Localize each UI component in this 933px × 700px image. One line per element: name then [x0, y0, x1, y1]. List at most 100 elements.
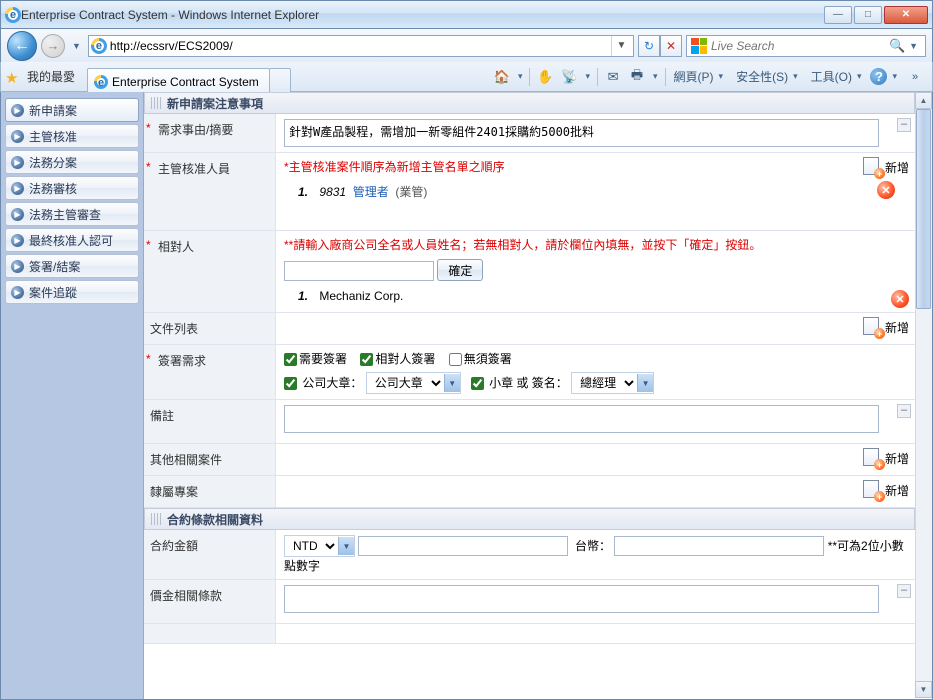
sidebar-item-legal-mgr-review[interactable]: ▶法務主管審查 — [5, 202, 139, 226]
approver-note: *主管核准案件順序為新增主管名單之順序 — [284, 158, 907, 175]
collapse-summary[interactable]: – — [897, 118, 911, 132]
label-approver: 主管核准人員 — [144, 153, 276, 230]
label-files: 文件列表 — [144, 313, 276, 344]
ie-icon — [5, 7, 21, 23]
chk-no-sign[interactable] — [449, 353, 462, 366]
search-button[interactable]: 🔍 — [888, 38, 906, 54]
forward-button[interactable]: → — [41, 34, 65, 58]
counterparty-input[interactable] — [284, 261, 434, 281]
sidebar: ▶新申請案 ▶主管核准 ▶法務分案 ▶法務審核 ▶法務主管審查 ▶最終核准人認可… — [1, 92, 144, 699]
section-header-notes: 新申請案注意事項 — [144, 92, 915, 114]
help-icon[interactable]: ? — [870, 68, 887, 85]
label-cutoff — [144, 624, 276, 643]
sidebar-item-sign-close[interactable]: ▶簽署/結案 — [5, 254, 139, 278]
sidebar-item-new-application[interactable]: ▶新申請案 — [5, 98, 139, 122]
back-button[interactable]: ← — [7, 31, 37, 61]
label-price-terms: 價金相關條款 — [144, 580, 276, 623]
summary-input[interactable]: 針對W產品製程，需增加一新零組件2401採購約5000批料 — [284, 119, 879, 147]
command-bar: ★ 我的最愛 Enterprise Contract System 🏠▾ ✋ 📡… — [0, 62, 933, 92]
sidebar-item-legal-review[interactable]: ▶法務審核 — [5, 176, 139, 200]
doc-add-icon: + — [863, 317, 883, 337]
scrollbar[interactable]: ▲ ▼ — [915, 92, 932, 698]
doc-add-icon: + — [863, 157, 883, 177]
tab-active[interactable]: Enterprise Contract System — [87, 68, 270, 92]
address-bar[interactable]: ▼ — [88, 35, 634, 57]
remark-input[interactable] — [284, 405, 879, 433]
select-big-seal[interactable]: 公司大章▼ — [366, 372, 461, 394]
safety-menu[interactable]: 安全性(S)▾ — [732, 66, 805, 88]
section-header-contract: 合約條款相關資料 — [144, 508, 915, 530]
confirm-button[interactable]: 確定 — [437, 259, 483, 281]
counter-item: 1. Mechaniz Corp. — [298, 289, 907, 303]
tab-title: Enterprise Contract System — [112, 75, 259, 89]
history-dropdown[interactable]: ▼ — [69, 41, 84, 51]
label-amount: 合約金額 — [144, 530, 276, 579]
maximize-button[interactable]: □ — [854, 6, 882, 24]
sidebar-item-tracking[interactable]: ▶案件追蹤 — [5, 280, 139, 304]
home-dropdown[interactable]: ▾ — [515, 71, 526, 82]
favorites-star-icon[interactable]: ★ — [5, 69, 21, 85]
new-tab-button[interactable] — [269, 68, 291, 92]
stop-button[interactable]: ✕ — [660, 35, 682, 57]
label-belong: 隸屬專案 — [144, 476, 276, 507]
collapse-price-terms[interactable]: – — [897, 584, 911, 598]
overflow-chevron[interactable]: » — [902, 71, 928, 83]
doc-add-icon: + — [863, 480, 883, 500]
delete-counter-button[interactable]: ✕ — [891, 290, 909, 308]
minimize-button[interactable]: — — [824, 6, 852, 24]
search-input[interactable] — [711, 37, 888, 55]
approver-item: 1. 9831 管理者 (業管) — [298, 183, 907, 200]
nav-toolbar: ← → ▼ ▼ ↻ ✕ 🔍 ▼ — [0, 29, 933, 62]
close-button[interactable]: ✕ — [884, 6, 928, 24]
twd-input[interactable] — [614, 536, 824, 556]
feed-icon[interactable]: 📡 — [558, 66, 580, 88]
tab-icon — [94, 75, 108, 89]
scroll-thumb[interactable] — [916, 109, 931, 309]
label-summary: 需求事由/摘要 — [144, 114, 276, 152]
refresh-button[interactable]: ↻ — [638, 35, 660, 57]
tools-menu[interactable]: 工具(O)▾ — [807, 66, 869, 88]
page-menu[interactable]: 網頁(P)▾ — [670, 66, 731, 88]
mail-icon[interactable]: ✉ — [602, 66, 624, 88]
window-titlebar: Enterprise Contract System - Windows Int… — [0, 0, 933, 29]
add-belong-button[interactable]: + 新增 — [863, 480, 909, 500]
chk-small-seal[interactable] — [471, 377, 484, 390]
delete-approver-button[interactable]: ✕ — [877, 181, 895, 199]
scroll-down[interactable]: ▼ — [915, 681, 932, 698]
doc-add-icon: + — [863, 448, 883, 468]
hand-icon[interactable]: ✋ — [534, 66, 556, 88]
currency-select[interactable]: NTD▼ — [284, 535, 355, 557]
scroll-up[interactable]: ▲ — [915, 92, 932, 109]
page-icon — [91, 38, 107, 54]
label-remark: 備註 — [144, 400, 276, 443]
live-search-icon — [691, 38, 707, 54]
amount-input[interactable] — [358, 536, 568, 556]
chk-counter-sign[interactable] — [360, 353, 373, 366]
select-small-seal[interactable]: 總經理▼ — [571, 372, 654, 394]
sidebar-item-final-approve[interactable]: ▶最終核准人認可 — [5, 228, 139, 252]
chk-need-sign[interactable] — [284, 353, 297, 366]
address-dropdown[interactable]: ▼ — [611, 36, 631, 56]
grip-icon — [151, 513, 161, 525]
counter-note: **請輸入廠商公司全名或人員姓名；若無相對人，請於欄位內填無，並按下「確定」按鈕… — [284, 236, 907, 253]
label-sign: 簽署需求 — [144, 345, 276, 399]
favorites-label[interactable]: 我的最愛 — [23, 68, 79, 85]
main-content: 新申請案注意事項 需求事由/摘要 針對W產品製程，需增加一新零組件2401採購約… — [144, 92, 915, 698]
home-icon[interactable]: 🏠 — [491, 66, 513, 88]
print-icon[interactable]: 🖶 — [626, 66, 648, 88]
add-related-button[interactable]: + 新增 — [863, 448, 909, 468]
chk-big-seal[interactable] — [284, 377, 297, 390]
sidebar-item-manager-approve[interactable]: ▶主管核准 — [5, 124, 139, 148]
search-box[interactable]: 🔍 ▼ — [686, 35, 926, 57]
add-approver-button[interactable]: + 新增 — [863, 157, 909, 177]
approver-link[interactable]: 管理者 — [353, 185, 389, 199]
search-dropdown[interactable]: ▼ — [906, 41, 921, 51]
add-file-button[interactable]: + 新增 — [863, 317, 909, 337]
grip-icon — [151, 97, 161, 109]
sidebar-item-legal-assign[interactable]: ▶法務分案 — [5, 150, 139, 174]
collapse-remark[interactable]: – — [897, 404, 911, 418]
address-input[interactable] — [110, 37, 611, 55]
window-title: Enterprise Contract System - Windows Int… — [21, 8, 824, 22]
label-counterparty: 相對人 — [144, 231, 276, 312]
price-terms-input[interactable] — [284, 585, 879, 613]
